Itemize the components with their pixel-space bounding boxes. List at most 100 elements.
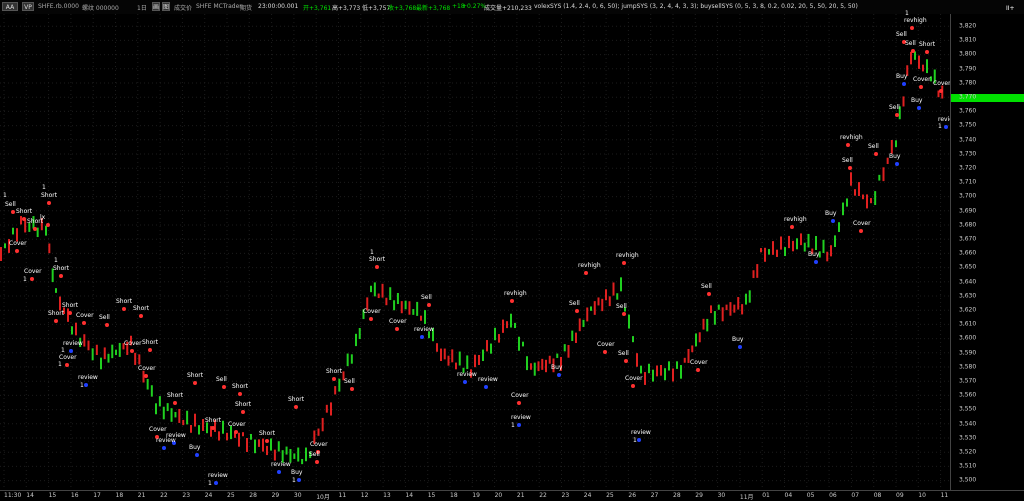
time-axis[interactable]: 11:30 14 15 16 17 18 21 22 23 24 25 28 29 30 10月 11 12 13… [0, 490, 1024, 501]
candle [854, 189, 856, 196]
signal-dot [122, 307, 126, 311]
price-tick-label: 3,710 [959, 178, 977, 186]
signal-dot [297, 478, 301, 482]
candle [741, 304, 744, 315]
candle [358, 327, 361, 340]
signal-marker-label: review [478, 376, 498, 383]
candle [293, 453, 296, 459]
signal-dot [919, 85, 923, 89]
candle [803, 242, 806, 252]
time-tick-label: 17 [93, 492, 101, 499]
candle [506, 321, 508, 329]
signal-marker-label: Sell [344, 378, 355, 385]
signal-marker-label: Sell [905, 40, 916, 47]
price-tick-label: 3,750 [959, 121, 977, 129]
time-tick-label: 29 [695, 492, 703, 499]
price-tick-label: 3,520 [959, 448, 977, 456]
signal-dot [15, 249, 19, 253]
candle [226, 432, 228, 441]
vp-button[interactable]: VP [22, 2, 34, 11]
signal-marker-label: Buy [732, 336, 744, 343]
signal-marker-label: Cover [228, 421, 246, 428]
time-tick-label: 14 [26, 492, 34, 499]
candle [582, 319, 585, 328]
signal-dot [925, 50, 929, 54]
time-tick-label: 18 [115, 492, 124, 499]
candle [882, 167, 885, 182]
candle [404, 300, 407, 310]
price-axis[interactable]: 3,820 3,810 3,800 3,790 3,780 3,770 3,760 3,750… [950, 14, 1024, 498]
signal-marker-label: Short [53, 265, 70, 272]
signal-marker-label: revhigh [578, 262, 601, 269]
candle [490, 343, 492, 354]
chart-mode-button[interactable]: AA [2, 2, 18, 11]
candle [482, 349, 484, 362]
price-tick-label: 3,630 [959, 292, 977, 300]
time-tick-label: 25 [227, 492, 235, 499]
candle [478, 354, 480, 365]
candle [890, 139, 893, 154]
signal-dot [463, 380, 467, 384]
candle [373, 282, 376, 297]
candle [178, 408, 181, 423]
candle [370, 285, 372, 293]
signal-marker-label: 1 [23, 276, 27, 283]
candle [258, 439, 260, 447]
candle [174, 412, 177, 418]
candle [514, 322, 516, 329]
signal-dot [584, 271, 588, 275]
signal-dot [510, 299, 514, 303]
draw-button[interactable]: 画 [152, 2, 160, 11]
signal-dot [22, 217, 26, 221]
signal-marker-label: 1 [208, 480, 212, 487]
signal-dot [173, 401, 177, 405]
candle [706, 318, 709, 332]
signal-dot [332, 377, 336, 381]
candle [118, 342, 121, 357]
candle [297, 447, 300, 462]
signal-marker-label: Cover [597, 341, 615, 348]
signal-marker-label: Buy [291, 469, 303, 476]
candle [874, 191, 877, 205]
time-tick-label: 12 [360, 492, 369, 499]
candle [628, 314, 630, 329]
signal-marker-label: Cover [138, 365, 156, 372]
price-tick-label: 3,500 [959, 476, 977, 484]
candle [277, 441, 280, 452]
signal-marker-label: Sell [868, 143, 879, 150]
signal-marker-label: Sell [616, 303, 627, 310]
period-label: 期货 [240, 5, 253, 12]
signal-dot [557, 373, 561, 377]
candle [377, 293, 380, 299]
expand-button[interactable]: II+ [1006, 5, 1015, 12]
signal-marker-label: Buy [551, 364, 563, 371]
price-tick-label: 3,690 [959, 207, 977, 215]
candle [745, 293, 747, 305]
signal-dot [54, 319, 58, 323]
price-tick-label: 3,820 [959, 22, 977, 30]
signal-marker-label: Short [62, 302, 79, 309]
signal-marker-label: 1 [633, 437, 637, 444]
signal-marker-label: Sell [421, 294, 432, 301]
graph-button[interactable]: 图 [162, 2, 170, 11]
signal-marker-label: 1 [42, 184, 46, 191]
price-tick-label: 3,560 [959, 391, 977, 399]
signal-marker-label: review [156, 437, 176, 444]
candle [150, 385, 153, 397]
signal-marker-label: Cover [625, 375, 643, 382]
candle [246, 438, 248, 452]
candle [926, 59, 928, 74]
bar-time: 23:00:00.001 [258, 3, 299, 10]
volume-value: 成交量+210,233 [484, 5, 532, 12]
candle [393, 300, 396, 311]
candle [190, 425, 192, 433]
signal-marker-label: Short [369, 256, 386, 263]
candle [55, 288, 57, 293]
signal-dot [484, 385, 488, 389]
signal-dot [82, 321, 86, 325]
candle [436, 343, 438, 352]
signal-marker-label: 1 [58, 361, 62, 368]
price-tick-label: 3,580 [959, 363, 977, 371]
price-tick-label: 3,600 [959, 334, 977, 342]
candle [518, 336, 520, 351]
